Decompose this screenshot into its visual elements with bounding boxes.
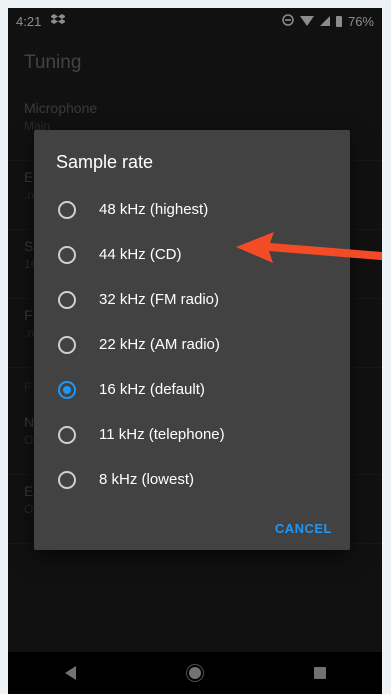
- option-label: 48 kHz (highest): [99, 201, 209, 218]
- option-label: 32 kHz (FM radio): [99, 291, 220, 308]
- radio-button[interactable]: [58, 335, 76, 354]
- radio-button[interactable]: [58, 290, 76, 309]
- option-48khz[interactable]: 48 kHz (highest): [34, 187, 350, 232]
- option-44khz[interactable]: 44 kHz (CD): [34, 232, 350, 277]
- radio-button-checked[interactable]: [58, 380, 76, 399]
- sample-rate-options: 48 kHz (highest) 44 kHz (CD) 32 kHz (FM …: [34, 187, 350, 502]
- dialog-title: Sample rate: [56, 152, 154, 172]
- option-label: 8 kHz (lowest): [99, 471, 195, 488]
- radio-button[interactable]: [58, 425, 76, 444]
- option-16khz[interactable]: 16 kHz (default): [34, 367, 350, 412]
- option-11khz[interactable]: 11 kHz (telephone): [34, 412, 350, 457]
- option-22khz[interactable]: 22 kHz (AM radio): [34, 322, 350, 367]
- cancel-button[interactable]: CANCEL: [275, 521, 332, 536]
- option-label: 11 kHz (telephone): [99, 426, 225, 443]
- option-32khz[interactable]: 32 kHz (FM radio): [34, 277, 350, 322]
- radio-button[interactable]: [58, 200, 76, 219]
- option-8khz[interactable]: 8 kHz (lowest): [34, 457, 350, 502]
- radio-button[interactable]: [58, 470, 76, 489]
- radio-button[interactable]: [58, 245, 76, 264]
- option-label: 22 kHz (AM radio): [99, 336, 220, 353]
- phone-screen: 4:21 76% Tuning Microphone Main E .n S 1…: [8, 8, 382, 694]
- option-label: 16 kHz (default): [99, 381, 205, 398]
- option-label: 44 kHz (CD): [99, 246, 182, 263]
- sample-rate-dialog: Sample rate 48 kHz (highest) 44 kHz (CD)…: [34, 130, 350, 550]
- dialog-actions: CANCEL: [275, 520, 332, 538]
